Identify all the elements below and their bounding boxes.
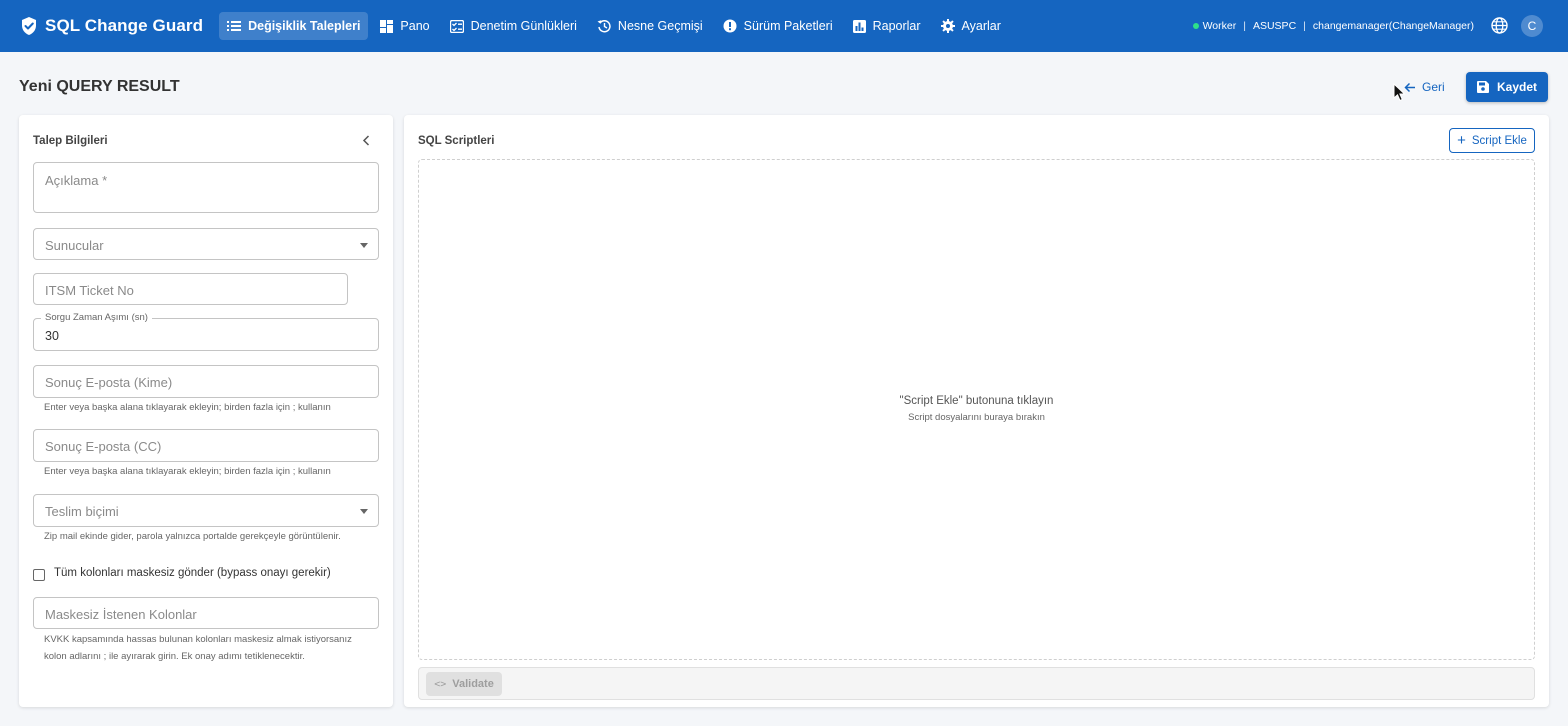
back-button[interactable]: Geri	[1404, 76, 1445, 98]
nav-item-audit-logs[interactable]: Denetim Günlükleri	[442, 12, 585, 40]
itsm-ticket-input[interactable]: ITSM Ticket No	[33, 273, 348, 305]
status-separator: |	[1243, 20, 1246, 32]
validate-button[interactable]: <> Validate	[426, 672, 502, 696]
nav-item-dashboard[interactable]: Pano	[372, 12, 437, 40]
add-script-label: Script Ekle	[1471, 134, 1527, 147]
globe-icon[interactable]	[1491, 17, 1508, 34]
email-to-helper: Enter veya başka alana tıklayarak ekleyi…	[44, 402, 331, 413]
nav-label: Sürüm Paketleri	[743, 19, 833, 33]
delivery-format-select[interactable]: Teslim biçimi	[33, 494, 379, 527]
delivery-placeholder: Teslim biçimi	[45, 504, 119, 519]
nav-label: Ayarlar	[961, 19, 1001, 33]
nav-label: Nesne Geçmişi	[617, 19, 703, 33]
unmasked-helper-line2: kolon adlarını ; ile ayırarak girin. Ek …	[44, 651, 305, 662]
current-user: changemanager(ChangeManager)	[1312, 20, 1474, 32]
sql-scripts-card: SQL Scriptleri + Script Ekle "Script Ekl…	[404, 115, 1549, 707]
nav-item-release-packages[interactable]: Sürüm Paketleri	[715, 12, 841, 40]
save-button[interactable]: Kaydet	[1466, 72, 1548, 102]
email-to-placeholder: Sonuç E-posta (Kime)	[45, 375, 173, 390]
dropzone-main-text: "Script Ekle" butonuna tıklayın	[899, 395, 1054, 407]
caret-down-icon	[360, 509, 368, 514]
list-icon	[227, 21, 242, 31]
top-navbar: SQL Change Guard Değişiklik Talepleri Pa…	[0, 0, 1568, 52]
email-to-input[interactable]: Sonuç E-posta (Kime)	[33, 365, 379, 398]
unmask-all-checkbox[interactable]	[33, 569, 45, 581]
badge-icon	[723, 19, 737, 33]
nav-label: Pano	[400, 19, 430, 33]
servers-placeholder: Sunucular	[45, 238, 104, 253]
servers-select[interactable]: Sunucular	[33, 228, 379, 260]
email-cc-placeholder: Sonuç E-posta (CC)	[45, 439, 162, 454]
gear-icon	[940, 19, 955, 33]
unmasked-columns-placeholder: Maskesiz İstenen Kolonlar	[45, 607, 197, 622]
validate-label: Validate	[452, 678, 494, 690]
floppy-disk-icon	[1476, 81, 1489, 93]
status-separator: |	[1303, 20, 1306, 32]
avatar[interactable]: C	[1521, 15, 1543, 37]
nav-label: Denetim Günlükleri	[470, 19, 577, 33]
worker-label: Worker	[1202, 20, 1237, 32]
delivery-helper: Zip mail ekinde gider, parola yalnızca p…	[44, 531, 341, 542]
description-placeholder: Açıklama *	[45, 173, 108, 188]
nav-item-settings[interactable]: Ayarlar	[933, 12, 1009, 40]
nav-label: Değişiklik Talepleri	[248, 19, 361, 33]
script-actions-bar: <> Validate	[418, 667, 1535, 700]
host-name: ASUSPC	[1252, 20, 1297, 32]
email-cc-helper: Enter veya başka alana tıklayarak ekleyi…	[44, 466, 331, 477]
request-info-title: Talep Bilgileri	[33, 135, 108, 147]
itsm-placeholder: ITSM Ticket No	[45, 283, 134, 298]
dashboard-icon	[380, 19, 394, 33]
back-label: Geri	[1422, 80, 1445, 94]
nav-item-reports[interactable]: Raporlar	[845, 12, 929, 40]
sql-scripts-title: SQL Scriptleri	[418, 135, 495, 147]
nav-label: Raporlar	[872, 19, 921, 33]
shield-check-icon	[22, 17, 36, 35]
unmasked-helper-line1: KVKK kapsamında hassas bulunan kolonları…	[44, 634, 352, 645]
query-timeout-label: Sorgu Zaman Aşımı (sn)	[41, 312, 152, 323]
history-icon	[597, 20, 611, 33]
query-timeout-value: 30	[45, 329, 59, 343]
dropzone-sub-text: Script dosyalarını buraya bırakın	[908, 412, 1045, 423]
chevron-left-icon[interactable]	[362, 135, 370, 146]
nav-item-change-requests[interactable]: Değişiklik Talepleri	[219, 12, 369, 40]
code-icon: <>	[434, 678, 447, 690]
app-brand[interactable]: SQL Change Guard	[20, 16, 203, 36]
unmasked-columns-input[interactable]: Maskesiz İstenen Kolonlar	[33, 597, 379, 629]
save-label: Kaydet	[1496, 80, 1537, 94]
worker-status: Worker | ASUSPC | changemanager(ChangeMa…	[1192, 0, 1474, 52]
email-cc-input[interactable]: Sonuç E-posta (CC)	[33, 429, 379, 462]
checklist-icon	[449, 19, 464, 33]
page-title: Yeni QUERY RESULT	[19, 78, 180, 95]
online-status-dot	[1192, 23, 1199, 29]
script-dropzone[interactable]: "Script Ekle" butonuna tıklayın Script d…	[418, 159, 1535, 660]
main-nav: Değişiklik Talepleri Pano Denetim Günlük…	[219, 12, 1013, 40]
mouse-cursor-icon	[1393, 83, 1406, 102]
nav-item-object-history[interactable]: Nesne Geçmişi	[589, 12, 711, 40]
query-timeout-input[interactable]: Sorgu Zaman Aşımı (sn) 30	[33, 312, 379, 351]
app-title: SQL Change Guard	[45, 16, 204, 35]
add-script-button[interactable]: + Script Ekle	[1449, 128, 1535, 153]
plus-icon: +	[1457, 132, 1466, 149]
bar-chart-icon	[852, 19, 866, 33]
request-info-card: Talep Bilgileri Açıklama * Sunucular ITS…	[19, 115, 393, 707]
unmask-all-label[interactable]: Tüm kolonları maskesiz gönder (bypass on…	[54, 567, 331, 579]
description-field[interactable]: Açıklama *	[33, 162, 379, 213]
caret-down-icon	[360, 243, 368, 248]
